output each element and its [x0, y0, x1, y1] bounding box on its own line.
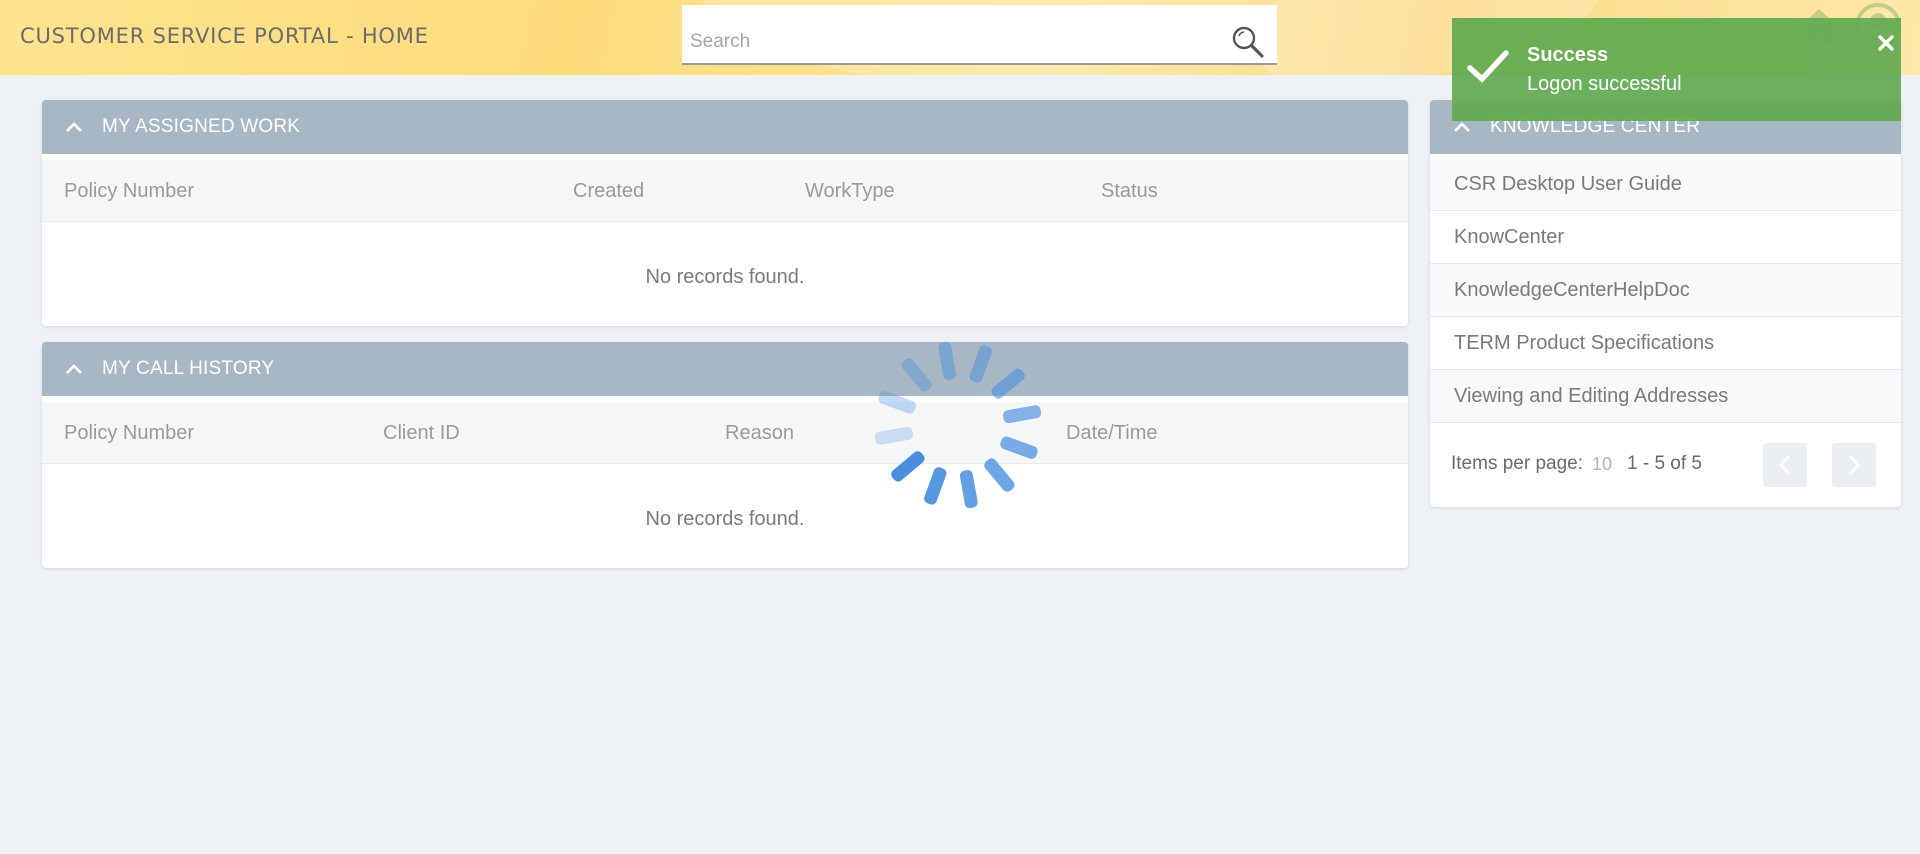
items-per-page-select[interactable]: 10 — [1592, 454, 1612, 475]
column-header-reason[interactable]: Reason — [725, 422, 794, 445]
panel-title: MY CALL HISTORY — [102, 358, 275, 379]
search-icon[interactable] — [1231, 25, 1265, 59]
knowledge-link-viewing-and-editing-addresses[interactable]: Viewing and Editing Addresses — [1430, 370, 1901, 423]
page-title: CUSTOMER SERVICE PORTAL - HOME — [20, 24, 429, 48]
spinner-spoke — [874, 426, 913, 445]
close-icon[interactable] — [1877, 34, 1895, 52]
call-history-panel: MY CALL HISTORY Policy Number Client ID … — [42, 342, 1408, 568]
chevron-right-icon — [1849, 455, 1860, 475]
empty-message: No records found. — [645, 508, 805, 530]
spinner-spoke — [901, 358, 932, 392]
spinner-spoke — [938, 341, 957, 380]
spinner-spoke — [969, 345, 992, 383]
chevron-left-icon — [1779, 455, 1790, 475]
spinner-spoke — [1003, 405, 1042, 424]
knowledge-link-term-product-specifications[interactable]: TERM Product Specifications — [1430, 317, 1901, 370]
spinner-spoke — [984, 458, 1015, 492]
knowledge-link-knowcenter[interactable]: KnowCenter — [1430, 211, 1901, 264]
previous-page-button[interactable] — [1763, 443, 1807, 487]
success-toast[interactable]: Success Logon successful — [1452, 18, 1901, 121]
panel-title: MY ASSIGNED WORK — [102, 116, 301, 137]
column-header-policy-number[interactable]: Policy Number — [64, 422, 194, 445]
knowledge-center-list: CSR Desktop User Guide KnowCenter Knowle… — [1430, 158, 1901, 423]
chevron-up-icon[interactable] — [64, 120, 84, 134]
spinner-spoke — [991, 368, 1025, 399]
spinner-spoke — [924, 467, 947, 505]
checkmark-icon — [1467, 50, 1509, 83]
knowledge-link-knowledgecenterhelpdoc[interactable]: KnowledgeCenterHelpDoc — [1430, 264, 1901, 317]
column-header-created[interactable]: Created — [573, 180, 644, 203]
toast-title: Success — [1527, 44, 1609, 66]
call-history-header[interactable]: MY CALL HISTORY — [42, 342, 1408, 396]
knowledge-center-panel: KNOWLEDGE CENTER CSR Desktop User Guide … — [1430, 100, 1901, 507]
column-header-status[interactable]: Status — [1101, 180, 1158, 203]
spinner-spoke — [891, 451, 925, 482]
column-header-policy-number[interactable]: Policy Number — [64, 180, 194, 203]
spinner-spoke — [959, 470, 978, 509]
knowledge-link-csr-desktop-user-guide[interactable]: CSR Desktop User Guide — [1430, 158, 1901, 211]
table-header-row: Policy Number Created WorkType Status — [42, 160, 1408, 222]
items-per-page-label: Items per page: — [1451, 453, 1584, 474]
column-header-worktype[interactable]: WorkType — [805, 180, 895, 203]
next-page-button[interactable] — [1832, 443, 1876, 487]
table-header-row: Policy Number Client ID Reason Date/Time — [42, 402, 1408, 464]
search-input[interactable] — [690, 27, 1210, 57]
column-header-date-time[interactable]: Date/Time — [1066, 422, 1158, 445]
empty-message: No records found. — [645, 266, 805, 288]
spinner-spoke — [878, 391, 916, 414]
paginator: Items per page: 10 1 - 5 of 5 — [1430, 423, 1901, 503]
assigned-work-header[interactable]: MY ASSIGNED WORK — [42, 100, 1408, 154]
column-header-client-id[interactable]: Client ID — [383, 422, 460, 445]
search-box[interactable] — [682, 5, 1277, 65]
assigned-work-panel: MY ASSIGNED WORK Policy Number Created W… — [42, 100, 1408, 326]
toast-message: Logon successful — [1527, 73, 1682, 95]
loading-spinner-icon — [874, 341, 1042, 509]
spinner-spoke — [1000, 436, 1038, 459]
chevron-up-icon[interactable] — [64, 362, 84, 376]
chevron-up-icon[interactable] — [1452, 120, 1472, 134]
page-range: 1 - 5 of 5 — [1627, 453, 1702, 474]
